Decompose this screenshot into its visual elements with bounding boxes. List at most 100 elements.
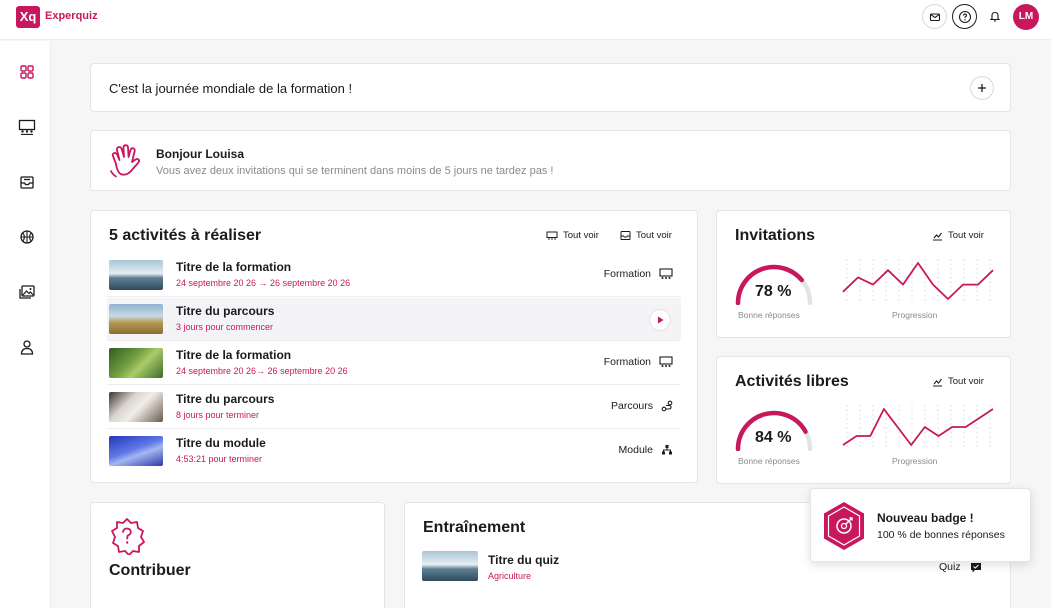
user-avatar[interactable]: LM <box>1013 4 1039 30</box>
toast-subtitle: 100 % de bonnes réponses <box>877 529 1005 541</box>
play-icon <box>658 316 664 324</box>
sidebar-item-training[interactable] <box>17 117 37 137</box>
badge-toast[interactable]: Nouveau badge ! 100 % de bonnes réponses <box>810 488 1031 562</box>
see-all-label: Tout voir <box>563 230 599 241</box>
gallery-icon <box>19 285 35 299</box>
chart-icon <box>933 232 942 241</box>
sidebar-item-profile[interactable] <box>17 337 37 357</box>
invitations-card: Invitations Tout voir 78 % Bonne réponse… <box>716 210 1011 338</box>
banner-text: C'est la journée mondiale de la formatio… <box>109 81 353 96</box>
free-activities-title: Activités libres <box>735 373 849 390</box>
notifications-button[interactable] <box>982 4 1007 29</box>
see-all-inbox-link[interactable]: Tout voir <box>620 230 672 241</box>
score-percent: 78 % <box>755 283 792 300</box>
help-badge-icon <box>111 518 145 555</box>
activity-deadline: 8 jours pour terminer <box>176 410 260 420</box>
sidebar-item-sport[interactable] <box>17 227 37 247</box>
toast-title: Nouveau badge ! <box>877 511 974 525</box>
user-icon <box>20 340 34 355</box>
dashboard-icon <box>20 65 34 79</box>
activity-type: Module <box>619 444 673 456</box>
activity-type: Formation <box>604 268 673 280</box>
sidebar <box>0 41 51 608</box>
score-label: Bonne réponses <box>738 310 800 320</box>
help-icon <box>958 10 971 23</box>
sparkline-series <box>842 262 994 300</box>
blue-thumbnail <box>109 436 163 466</box>
chart-icon <box>933 378 942 387</box>
quiz-type-label: Quiz <box>939 561 961 573</box>
activity-row[interactable]: Titre de la formation 24 septembre 20 26… <box>107 342 681 385</box>
contribute-title: Contribuer <box>109 562 191 579</box>
training-title: Entraînement <box>423 519 526 536</box>
activity-title: Titre du parcours <box>176 392 275 406</box>
progression-label: Progression <box>892 456 938 466</box>
sketch-thumbnail <box>109 392 163 422</box>
see-all-label: Tout voir <box>948 376 984 387</box>
activities-title: 5 activités à réaliser <box>109 227 262 244</box>
module-icon <box>662 445 672 455</box>
inbox-icon <box>620 231 631 240</box>
see-all-label: Tout voir <box>948 230 984 241</box>
activity-title: Titre de la formation <box>176 260 292 274</box>
activity-row[interactable]: Titre du parcours 3 jours pour commencer <box>107 298 681 341</box>
progression-label: Progression <box>892 310 938 320</box>
activity-type-label: Parcours <box>610 400 653 412</box>
progression-sparkline <box>842 259 994 303</box>
invitations-see-all-link[interactable]: Tout voir <box>932 230 984 241</box>
quiz-icon <box>970 562 981 572</box>
savanna-thumbnail <box>109 304 163 334</box>
training-icon <box>659 268 673 279</box>
greeting-card: Bonjour Louisa Vous avez deux invitation… <box>90 130 1011 191</box>
forest-thumbnail <box>109 348 163 378</box>
score-label: Bonne réponses <box>738 456 800 466</box>
activity-title: Titre de la formation <box>176 348 292 362</box>
greeting-title: Bonjour Louisa <box>156 147 244 161</box>
activities-card: 5 activités à réaliser Tout voir Tout vo… <box>90 210 698 483</box>
contribute-card[interactable]: Contribuer <box>90 502 385 608</box>
quiz-thumbnail <box>422 551 478 581</box>
announcement-banner: C'est la journée mondiale de la formatio… <box>90 63 1011 112</box>
training-icon <box>18 119 36 135</box>
activity-deadline: 3 jours pour commencer <box>176 322 274 332</box>
sidebar-item-inbox[interactable] <box>17 172 37 192</box>
activity-row[interactable]: Titre de la formation 24 septembre 20 26… <box>107 254 681 297</box>
sidebar-item-gallery[interactable] <box>17 282 37 302</box>
free-activities-see-all-link[interactable]: Tout voir <box>932 376 984 387</box>
app-name[interactable]: Experquiz <box>45 10 98 22</box>
training-icon <box>546 231 558 240</box>
see-all-label: Tout voir <box>636 230 672 241</box>
activity-type-label: Module <box>618 444 653 456</box>
mail-button[interactable] <box>922 4 947 29</box>
activity-deadline: 4:53:21 pour terminer <box>176 454 263 464</box>
sparkline-series <box>842 408 994 446</box>
activity-type-label: Formation <box>603 268 651 280</box>
see-all-trainings-link[interactable]: Tout voir <box>546 230 599 241</box>
invitations-title: Invitations <box>735 227 816 244</box>
free-activities-card: Activités libres Tout voir 84 % Bonne ré… <box>716 356 1011 484</box>
activity-type: Formation <box>604 356 673 368</box>
play-button[interactable] <box>649 309 671 331</box>
quiz-type: Quiz <box>939 561 982 573</box>
activity-row[interactable]: Titre du parcours 8 jours pour terminer … <box>107 386 681 429</box>
activity-title: Titre du module <box>176 436 266 450</box>
badge-icon <box>824 502 864 550</box>
quiz-title[interactable]: Titre du quiz <box>488 553 559 567</box>
activity-dates: 24 septembre 20 26→ 26 septembre 20 26 <box>176 366 348 376</box>
activity-type-label: Formation <box>603 356 651 368</box>
expand-banner-button[interactable] <box>970 76 994 100</box>
greeting-subtitle: Vous avez deux invitations qui se termin… <box>156 165 554 177</box>
activity-row[interactable]: Titre du module 4:53:21 pour terminer Mo… <box>107 430 681 473</box>
app-logo[interactable]: Xq <box>16 6 40 28</box>
inbox-icon <box>20 176 34 189</box>
activity-title: Titre du parcours <box>176 304 275 318</box>
glacier-thumbnail <box>109 260 163 290</box>
sidebar-item-dashboard[interactable] <box>17 62 37 82</box>
waving-hand-icon <box>110 144 141 178</box>
activity-dates: 24 septembre 20 26 → 26 septembre 20 26 <box>176 278 351 288</box>
activity-type: Parcours <box>611 400 673 412</box>
plus-icon <box>978 84 986 92</box>
bell-icon <box>989 11 1000 22</box>
progression-sparkline <box>842 405 994 449</box>
help-button[interactable] <box>952 4 977 29</box>
